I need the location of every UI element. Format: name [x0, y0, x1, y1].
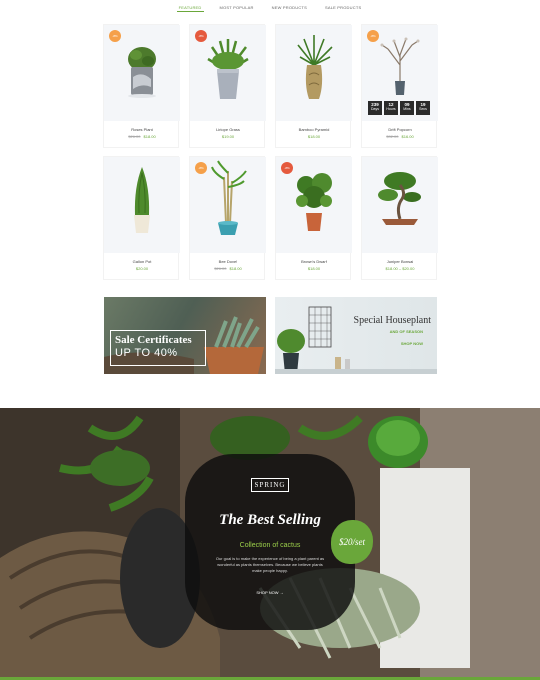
hero-card: SPRING The Best Selling Collection of ca… [185, 454, 355, 630]
tab-sale-products[interactable]: SALE PRODUCTS [323, 4, 363, 12]
banner-subtitle: AND OF SEASON [389, 329, 423, 334]
old-price: $26.00 [128, 134, 141, 139]
price: $18.00 [143, 134, 156, 139]
product-name[interactable]: Gallon Pot [104, 259, 180, 264]
product-name[interactable]: Drift Popcorn [362, 127, 438, 132]
spring-logo: SPRING [251, 478, 289, 492]
hero-title: The Best Selling [219, 512, 321, 528]
shop-now-button[interactable]: SHOP NOW → [253, 590, 287, 598]
product-grid: -8% Roses Plant $26.00 $18.00 -8% Liriop… [103, 24, 438, 280]
product-name[interactable]: Bamboo Pyramid [276, 127, 352, 132]
price-tag: $20/set [331, 520, 373, 564]
sale-certificates-box: Sale Certificates UP TO 40% [110, 330, 206, 366]
price: $18.00 – $20.00 [385, 266, 415, 271]
product-name[interactable]: Roses Plant [104, 127, 180, 132]
price: $19.00 [221, 134, 235, 139]
price: $18.00 [229, 266, 242, 271]
product-name[interactable]: Brown's Dwarf [276, 259, 352, 264]
sale-badge: -8% [281, 162, 293, 174]
product-name[interactable]: Liriope Grass [190, 127, 266, 132]
tab-new-products[interactable]: NEW PRODUCTS [270, 4, 309, 12]
price: $18.00 [307, 266, 321, 271]
hero-description: Our goal is to make the experience of be… [215, 556, 325, 573]
product-name[interactable]: Juniper Bonsai [362, 259, 438, 264]
hero-section: SPRING The Best Selling Collection of ca… [0, 408, 540, 680]
old-price: $26.00 [214, 266, 227, 271]
product-image[interactable] [276, 25, 352, 121]
hero-subtitle: Collection of cactus [239, 542, 301, 549]
product-card[interactable]: Bamboo Pyramid $18.00 [275, 24, 352, 148]
countdown-hours: 12 Hours [384, 101, 398, 115]
arrow-right-icon: → [279, 590, 284, 595]
countdown-mins: 09 Mins [400, 101, 414, 115]
banner-title: Special Houseplant [353, 315, 431, 326]
product-image[interactable] [362, 157, 438, 253]
product-card[interactable]: -8% Liriope Grass $19.00 [189, 24, 266, 148]
sale-badge: -8% [195, 162, 207, 174]
countdown-days: 239 Days [368, 101, 382, 115]
banner-subtitle: UP TO 40% [115, 347, 178, 359]
special-houseplant-banner[interactable]: Special Houseplant AND OF SEASON SHOP NO… [275, 297, 437, 374]
product-name[interactable]: Bee Dove! [190, 259, 266, 264]
banner-title: Sale Certificates [115, 334, 192, 346]
sale-certificates-banner[interactable]: Sale Certificates UP TO 40% [104, 297, 266, 374]
tab-featured[interactable]: FEATURED [176, 4, 204, 12]
product-card[interactable]: Juniper Bonsai $18.00 – $20.00 [361, 156, 438, 280]
sale-badge: -8% [195, 30, 207, 42]
sale-badge: -8% [367, 30, 379, 42]
product-card[interactable]: -8% Bee Dove! $26.00 $18.00 [189, 156, 266, 280]
product-card[interactable]: Gallon Pot $20.00 [103, 156, 180, 280]
product-card[interactable]: -8% 239 Days 12 Hours 09 Mins 19 Secs Drift … [361, 24, 438, 148]
tab-most-popular[interactable]: MOST POPULAR [218, 4, 256, 12]
price: $18.00 [307, 134, 321, 139]
product-tabs: FEATURED MOST POPULAR NEW PRODUCTS SALE … [0, 4, 540, 12]
countdown-secs: 19 Secs [416, 101, 430, 115]
old-price: $32.00 [386, 134, 399, 139]
product-card[interactable]: -8% Brown's Dwarf $18.00 [275, 156, 352, 280]
countdown-timer: 239 Days 12 Hours 09 Mins 19 Secs [368, 101, 430, 115]
shop-now-link[interactable]: SHOP NOW [401, 341, 423, 346]
sale-badge: -8% [109, 30, 121, 42]
price: $16.00 [401, 134, 414, 139]
price: $20.00 [135, 266, 149, 271]
product-card[interactable]: -8% Roses Plant $26.00 $18.00 [103, 24, 180, 148]
product-image[interactable] [104, 157, 180, 253]
